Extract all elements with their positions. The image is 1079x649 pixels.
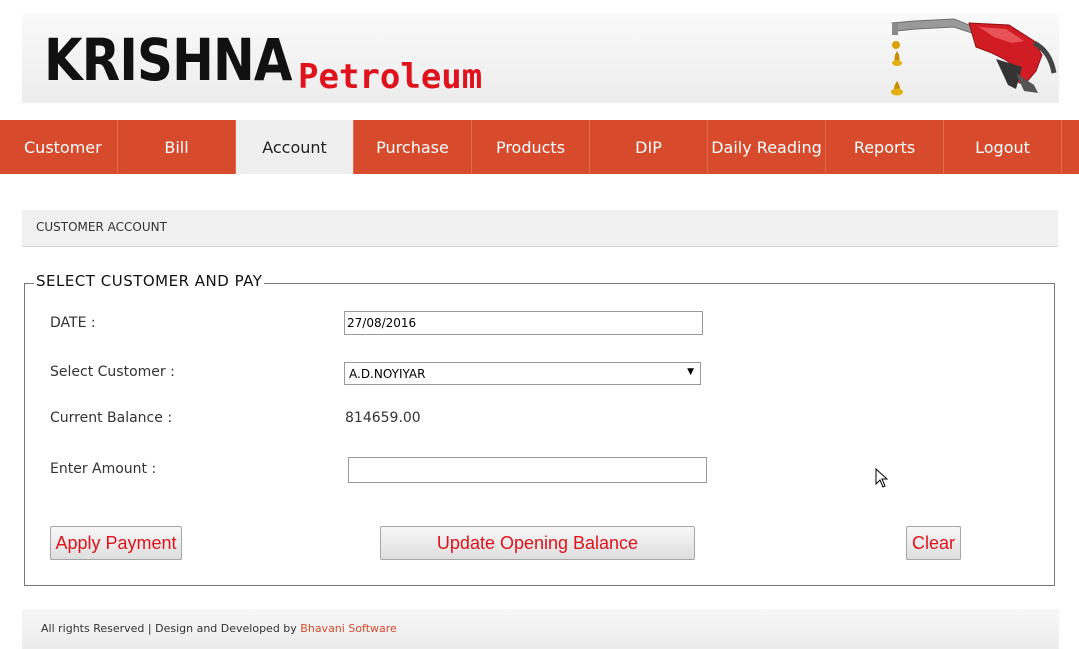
amount-label: Enter Amount : — [50, 461, 157, 477]
developer-link[interactable]: Bhavani Software — [300, 622, 397, 635]
chevron-down-icon: ▼ — [687, 367, 694, 377]
section-header: CUSTOMER ACCOUNT — [22, 210, 1058, 247]
nav-item-account[interactable]: Account — [236, 120, 354, 174]
balance-label: Current Balance : — [50, 410, 173, 426]
site-footer: All rights Reserved | Design and Develop… — [22, 609, 1059, 649]
current-balance-value: 814659.00 — [345, 410, 421, 426]
nav-item-bill[interactable]: Bill — [118, 120, 236, 174]
nav-item-reports[interactable]: Reports — [826, 120, 944, 174]
customer-label: Select Customer : — [50, 364, 175, 380]
brand-subtitle: Petroleum — [298, 57, 483, 97]
date-input[interactable] — [344, 311, 703, 335]
nav-item-purchase[interactable]: Purchase — [354, 120, 472, 174]
nav-item-logout[interactable]: Logout — [944, 120, 1062, 174]
mouse-cursor-icon — [875, 468, 889, 488]
nav-item-dip[interactable]: DIP — [590, 120, 708, 174]
apply-payment-button[interactable]: Apply Payment — [50, 526, 182, 560]
update-opening-balance-button[interactable]: Update Opening Balance — [380, 526, 695, 560]
site-header: KRISHNA Petroleum — [22, 13, 1059, 103]
footer-text: All rights Reserved | Design and Develop… — [41, 622, 397, 635]
footer-copyright: All rights Reserved | Design and Develop… — [41, 622, 301, 635]
amount-input[interactable] — [348, 457, 707, 483]
fuel-nozzle-icon — [891, 18, 1057, 96]
section-title: CUSTOMER ACCOUNT — [36, 220, 167, 234]
customer-select[interactable]: A.D.NOYIYAR ▼ — [344, 362, 701, 385]
fieldset-legend: SELECT CUSTOMER AND PAY — [34, 272, 265, 290]
date-label: DATE : — [50, 315, 96, 331]
nav-item-daily-reading[interactable]: Daily Reading — [708, 120, 826, 174]
customer-select-value: A.D.NOYIYAR — [349, 367, 426, 381]
nav-item-customer[interactable]: Customer — [0, 120, 118, 174]
clear-button[interactable]: Clear — [906, 526, 961, 560]
brand-name: KRISHNA — [44, 26, 292, 94]
main-navbar: Customer Bill Account Purchase Products … — [0, 120, 1079, 174]
nav-item-products[interactable]: Products — [472, 120, 590, 174]
